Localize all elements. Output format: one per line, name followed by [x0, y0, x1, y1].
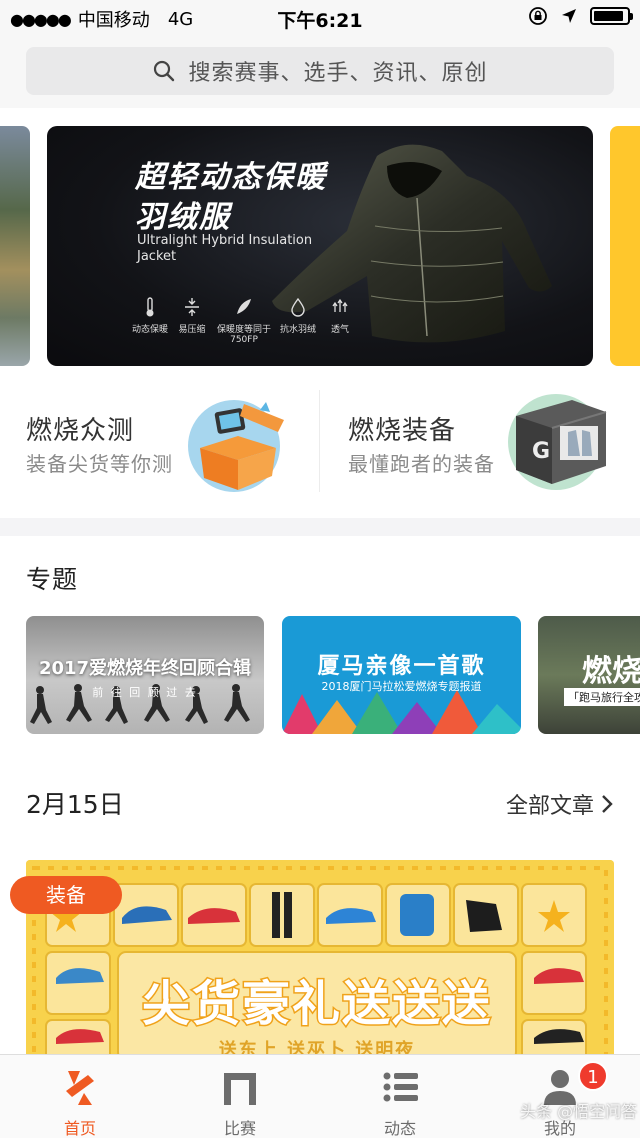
feed-date: 2月15日: [26, 790, 124, 819]
topic-subtitle: 2018厦门马拉松爱燃烧专题报道: [321, 680, 482, 693]
promo-gear-store[interactable]: 燃烧装备 最懂跑者的装备 G: [322, 380, 622, 498]
banner-prev-slide[interactable]: [0, 126, 30, 366]
banner-title-line2: 羽绒服: [135, 200, 231, 235]
promo-title: 燃烧装备: [348, 416, 457, 446]
list-icon: [383, 1072, 418, 1102]
gear-store-icon: G: [508, 394, 607, 490]
topics-section-title: 专题: [26, 565, 79, 594]
banner-title-line1: 超轻动态保暖: [135, 160, 327, 195]
search-input[interactable]: 搜索赛事、选手、资讯、原创: [26, 47, 614, 95]
tab-label: 首页: [63, 1119, 96, 1138]
logo-icon: [66, 1071, 94, 1105]
tab-label: 动态: [383, 1119, 416, 1138]
status-bar: ●●●●● 中国移动 4G 下午6:21: [0, 0, 640, 36]
promo-row: 燃烧众测 装备尖货等你测 燃烧装备 最懂跑者的装备 G: [0, 380, 640, 498]
feed-header: 2月15日 全部文章: [0, 782, 640, 822]
banner-carousel[interactable]: 超轻动态保暖 羽绒服 Ultralight Hybrid Insulation …: [0, 126, 640, 366]
water-drop-icon: [291, 297, 305, 317]
battery-icon: [590, 7, 633, 25]
chevron-right-icon: [602, 795, 613, 813]
thermometer-icon: [146, 297, 154, 317]
promo-title: 燃烧众测: [26, 416, 135, 446]
status-right: [528, 6, 633, 26]
search-icon: [154, 60, 175, 82]
all-articles-link[interactable]: 全部文章: [506, 788, 614, 820]
rotation-lock-icon: [529, 7, 547, 25]
search-bar-area: 搜索赛事、选手、资讯、原创: [0, 36, 640, 108]
tab-races[interactable]: 比赛: [160, 1055, 320, 1138]
tab-activity[interactable]: 动态: [320, 1055, 480, 1138]
notification-badge: 1: [578, 1061, 608, 1091]
topic-title: 2017爱燃烧年终回顾合辑: [38, 658, 252, 679]
topic-subtitle: 「跑马旅行全攻: [564, 688, 640, 706]
tab-home[interactable]: 首页: [0, 1055, 160, 1138]
bottom-tab-bar: 首页 比赛 动态 1 我的: [0, 1054, 640, 1138]
watermark-text: 头条 @悟空问答: [520, 1102, 638, 1121]
topic-title: 燃烧: [582, 654, 640, 689]
promo-product-testing[interactable]: 燃烧众测 装备尖货等你测: [0, 380, 300, 498]
location-arrow-icon: [562, 9, 576, 23]
topic-card-xiamen-marathon[interactable]: 厦马亲像一首歌 2018厦门马拉松爱燃烧专题报道: [282, 616, 521, 734]
feature-750fp: 保暖度等同于750FP: [211, 296, 277, 345]
feather-icon: [237, 299, 251, 314]
article-category-tag[interactable]: 装备: [10, 876, 122, 914]
tab-profile[interactable]: 1 我的: [480, 1055, 640, 1138]
topic-card-running-travel[interactable]: 燃烧 「跑马旅行全攻: [538, 616, 640, 734]
topic-title: 厦马亲像一首歌: [317, 654, 486, 679]
feature-breathable: 透气: [313, 296, 367, 335]
watermark: 头条 @悟空问答: [520, 1098, 637, 1122]
article-headline: 尖货豪礼送送送: [140, 975, 492, 1034]
tab-label: 比赛: [223, 1119, 256, 1138]
battery-level: [594, 11, 623, 21]
topic-subtitle: 前 往 回 顾 过 去: [92, 686, 198, 699]
promo-subtitle: 最懂跑者的装备: [348, 452, 495, 476]
svg-text:G: G: [532, 439, 550, 464]
gift-box-icon: [188, 400, 284, 492]
breathable-icon: [332, 298, 348, 312]
search-placeholder: 搜索赛事、选手、资讯、原创: [188, 61, 488, 86]
topic-card-2017-review[interactable]: 2017爱燃烧年终回顾合辑 前 往 回 顾 过 去: [26, 616, 264, 734]
promo-subtitle: 装备尖货等你测: [26, 452, 173, 476]
all-articles-label: 全部文章: [505, 794, 594, 819]
banner-subtitle-line1: Ultralight Hybrid Insulation: [137, 233, 313, 248]
compress-icon: [185, 298, 199, 316]
promo-divider: [319, 390, 320, 492]
banner-subtitle-line2: Jacket: [137, 249, 177, 264]
banner-next-slide[interactable]: [610, 126, 640, 366]
banner-slide[interactable]: 超轻动态保暖 羽绒服 Ultralight Hybrid Insulation …: [47, 126, 593, 366]
race-gate-icon: [224, 1073, 256, 1105]
section-separator: [0, 518, 640, 536]
